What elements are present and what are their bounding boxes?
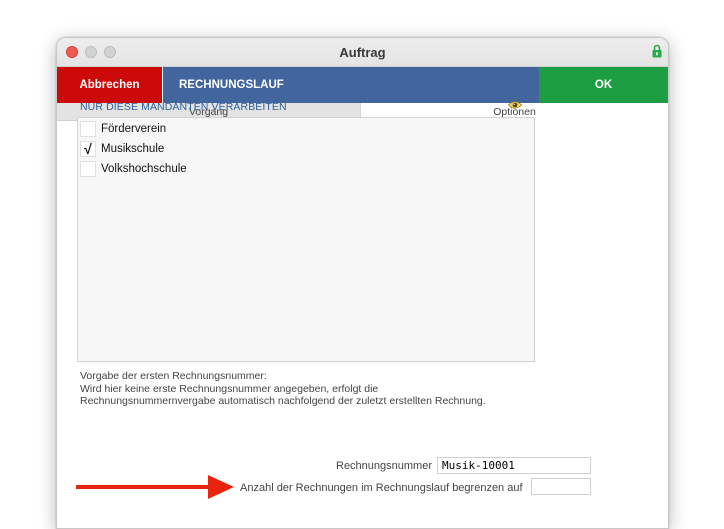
hint-line: Vorgabe der ersten Rechnungsnummer: (80, 370, 267, 382)
title-bar[interactable]: Auftrag (57, 38, 668, 67)
limit-label: Anzahl der Rechnungen im Rechnungslauf b… (240, 482, 523, 494)
list-item[interactable]: Förderverein (78, 120, 534, 138)
checkbox-foerderverein[interactable] (80, 121, 96, 137)
ok-button[interactable]: OK (539, 67, 668, 103)
rechnungsnummer-input[interactable]: Musik-10001 (437, 457, 591, 474)
hint-line: Wird hier keine erste Rechnungsnummer an… (80, 382, 379, 395)
list-item[interactable]: √ Musikschule (78, 140, 534, 158)
list-item-label: Förderverein (101, 123, 167, 135)
limit-input[interactable] (531, 478, 591, 495)
checkbox-musikschule[interactable]: √ (80, 141, 96, 157)
cancel-button[interactable]: Abbrechen (57, 67, 162, 103)
checkbox-volkshochschule[interactable] (80, 161, 96, 177)
rechnungsnummer-label: Rechnungsnummer (336, 460, 432, 472)
hint-line: Rechnungsnummernvergabe automatisch nach… (80, 395, 486, 407)
lock-icon[interactable] (652, 44, 662, 58)
action-bar: Abbrechen RECHNUNGSLAUF OK (57, 67, 668, 103)
list-item-label: Musikschule (101, 143, 165, 155)
mandanten-list[interactable]: Förderverein √ Musikschule Volkshochschu… (77, 117, 535, 362)
list-item-label: Volkshochschule (101, 163, 187, 175)
rechnungsnummer-hint: Vorgabe der ersten Rechnungsnummer: Wird… (80, 370, 540, 408)
eye-icon[interactable] (508, 100, 522, 110)
list-item[interactable]: Volkshochschule (78, 160, 534, 178)
window-title: Auftrag (339, 45, 386, 60)
action-bar-title: RECHNUNGSLAUF (163, 67, 539, 103)
mandanten-heading: NUR DIESE MANDANTEN VERARBEITEN (80, 101, 287, 113)
